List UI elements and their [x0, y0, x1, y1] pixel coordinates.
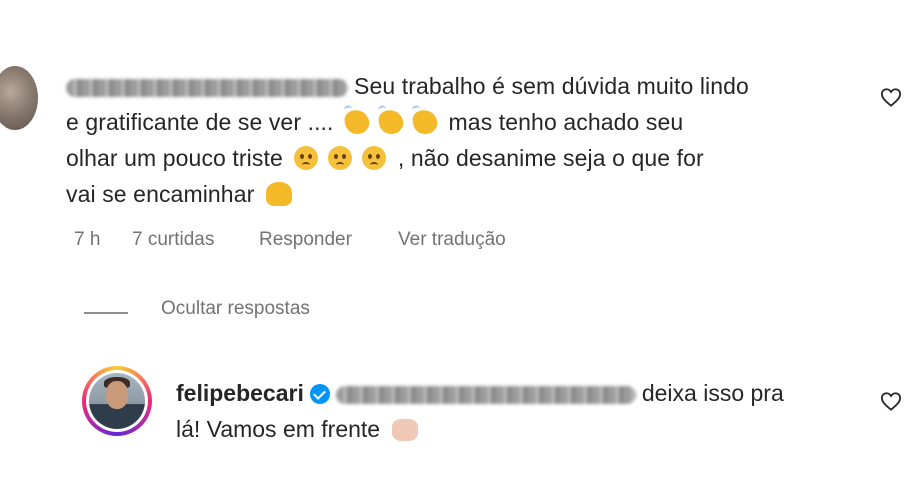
reply-text: felipebecari deixa isso pra lá! Vamos em …	[176, 380, 784, 442]
pleading-face-emoji	[294, 146, 319, 170]
comment-time: 7 h	[74, 229, 101, 250]
clapping-hands-emoji	[410, 107, 440, 137]
clapping-hands-emoji	[376, 107, 406, 137]
heart-icon[interactable]	[880, 87, 902, 107]
translate-button[interactable]: Ver tradução	[398, 229, 506, 251]
verified-badge-icon	[309, 384, 330, 404]
redacted-username[interactable]	[66, 78, 348, 97]
oncoming-fist-emoji	[391, 419, 418, 441]
pleading-face-emoji	[362, 146, 387, 170]
pleading-face-emoji	[328, 146, 353, 170]
reply-avatar[interactable]	[89, 373, 145, 429]
redacted-mention[interactable]	[335, 385, 636, 404]
replies-divider	[84, 312, 128, 314]
commenter-avatar[interactable]	[0, 66, 38, 130]
heart-icon[interactable]	[880, 391, 902, 411]
clapping-hands-emoji	[342, 107, 372, 137]
hide-replies-button[interactable]: Ocultar respostas	[161, 298, 310, 320]
reply-button[interactable]: Responder	[259, 229, 352, 251]
comment-likes[interactable]: 7 curtidas	[132, 229, 214, 251]
reply-username[interactable]: felipebecari	[176, 380, 304, 406]
raising-hands-emoji	[265, 182, 292, 206]
comment-text: Seu trabalho é sem dúvida muito lindo e …	[66, 73, 749, 207]
